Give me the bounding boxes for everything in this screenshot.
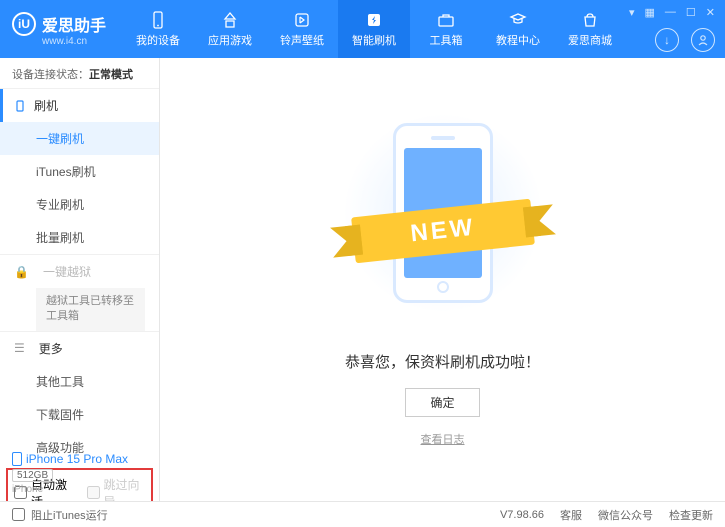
close-icon[interactable]: ✕: [706, 6, 715, 19]
sidebar-group-jailbreak[interactable]: 🔒 一键越狱: [0, 255, 159, 288]
nav-label: 铃声壁纸: [280, 32, 324, 48]
connection-status: 设备连接状态：正常模式: [0, 58, 159, 88]
nav-toolbox[interactable]: 工具箱: [410, 0, 482, 58]
toolbox-icon: [437, 11, 455, 29]
header-right: ▾ ▦ — ☐ ✕ ↓: [629, 0, 715, 58]
logo-icon: iU: [12, 12, 36, 36]
device-storage: 512GB: [12, 469, 53, 482]
nav-label: 我的设备: [136, 32, 180, 48]
logo-url: www.i4.cn: [42, 36, 106, 47]
logo: iU 爱思助手 www.i4.cn: [12, 12, 106, 47]
block-itunes-input[interactable]: [12, 508, 25, 521]
device-type: iPhone: [12, 484, 147, 495]
sidebar-item-itunes-flash[interactable]: iTunes刷机: [0, 155, 159, 188]
minimize-icon[interactable]: —: [665, 6, 676, 19]
user-button[interactable]: [691, 28, 715, 52]
view-log-link[interactable]: 查看日志: [421, 431, 465, 447]
sidebar-group-flash[interactable]: 刷机: [0, 89, 159, 122]
window-controls: ▾ ▦ — ☐ ✕: [629, 6, 715, 19]
ringtone-icon: [293, 11, 311, 29]
success-message: 恭喜您，保资料刷机成功啦！: [345, 351, 540, 372]
sidebar-item-other-tools[interactable]: 其他工具: [0, 365, 159, 398]
sidebar-group-label: 更多: [39, 340, 63, 357]
ok-button[interactable]: 确定: [405, 388, 479, 417]
list-icon: ☰: [14, 341, 25, 355]
sidebar-item-batch-flash[interactable]: 批量刷机: [0, 221, 159, 254]
nav-tutorials[interactable]: 教程中心: [482, 0, 554, 58]
nav-label: 工具箱: [430, 32, 463, 48]
store-icon: [581, 11, 599, 29]
apps-icon: [221, 11, 239, 29]
nav-store[interactable]: 爱思商城: [554, 0, 626, 58]
main-content: NEW 恭喜您，保资料刷机成功啦！ 确定 查看日志: [160, 58, 725, 501]
nav-label: 智能刷机: [352, 32, 396, 48]
nav-label: 应用游戏: [208, 32, 252, 48]
skin-icon[interactable]: ▦: [645, 6, 655, 19]
app-header: iU 爱思助手 www.i4.cn 我的设备 应用游戏 铃声壁纸 智能刷机 工具…: [0, 0, 725, 58]
nav-ringtones[interactable]: 铃声壁纸: [266, 0, 338, 58]
sidebar-group-more[interactable]: ☰ 更多: [0, 332, 159, 365]
sidebar-item-pro-flash[interactable]: 专业刷机: [0, 188, 159, 221]
device-info: iPhone 15 Pro Max 512GB iPhone: [0, 446, 159, 501]
nav-label: 教程中心: [496, 32, 540, 48]
footer-link-update[interactable]: 检查更新: [669, 507, 713, 523]
sidebar-item-oneclick-flash[interactable]: 一键刷机: [0, 122, 159, 155]
nav-label: 爱思商城: [568, 32, 612, 48]
version-label: V7.98.66: [500, 509, 544, 521]
sidebar-group-label: 一键越狱: [43, 263, 91, 280]
menu-icon[interactable]: ▾: [629, 6, 635, 19]
logo-title: 爱思助手: [42, 12, 106, 36]
lock-icon: 🔒: [14, 265, 29, 279]
checkbox-label: 阻止iTunes运行: [31, 507, 108, 523]
footer-link-support[interactable]: 客服: [560, 507, 582, 523]
device-name[interactable]: iPhone 15 Pro Max: [12, 452, 147, 466]
phone-icon: [14, 100, 26, 112]
sidebar: 设备连接状态：正常模式 刷机 一键刷机 iTunes刷机 专业刷机 批量刷机 🔒…: [0, 58, 160, 501]
footer-link-wechat[interactable]: 微信公众号: [598, 507, 653, 523]
sidebar-item-download-firmware[interactable]: 下载固件: [0, 398, 159, 431]
nav-my-device[interactable]: 我的设备: [122, 0, 194, 58]
main-nav: 我的设备 应用游戏 铃声壁纸 智能刷机 工具箱 教程中心 爱思商城: [122, 0, 626, 58]
block-itunes-checkbox[interactable]: 阻止iTunes运行: [12, 507, 108, 523]
phone-mini-icon: [12, 452, 22, 466]
success-illustration: NEW: [368, 113, 518, 323]
device-icon: [149, 11, 167, 29]
footer: 阻止iTunes运行 V7.98.66 客服 微信公众号 检查更新: [0, 501, 725, 527]
maximize-icon[interactable]: ☐: [686, 6, 696, 19]
sidebar-group-label: 刷机: [34, 97, 58, 114]
tutorial-icon: [509, 11, 527, 29]
nav-apps-games[interactable]: 应用游戏: [194, 0, 266, 58]
download-button[interactable]: ↓: [655, 28, 679, 52]
flash-icon: [365, 11, 383, 29]
nav-flash[interactable]: 智能刷机: [338, 0, 410, 58]
sidebar-jailbreak-notice: 越狱工具已转移至工具箱: [36, 288, 145, 331]
